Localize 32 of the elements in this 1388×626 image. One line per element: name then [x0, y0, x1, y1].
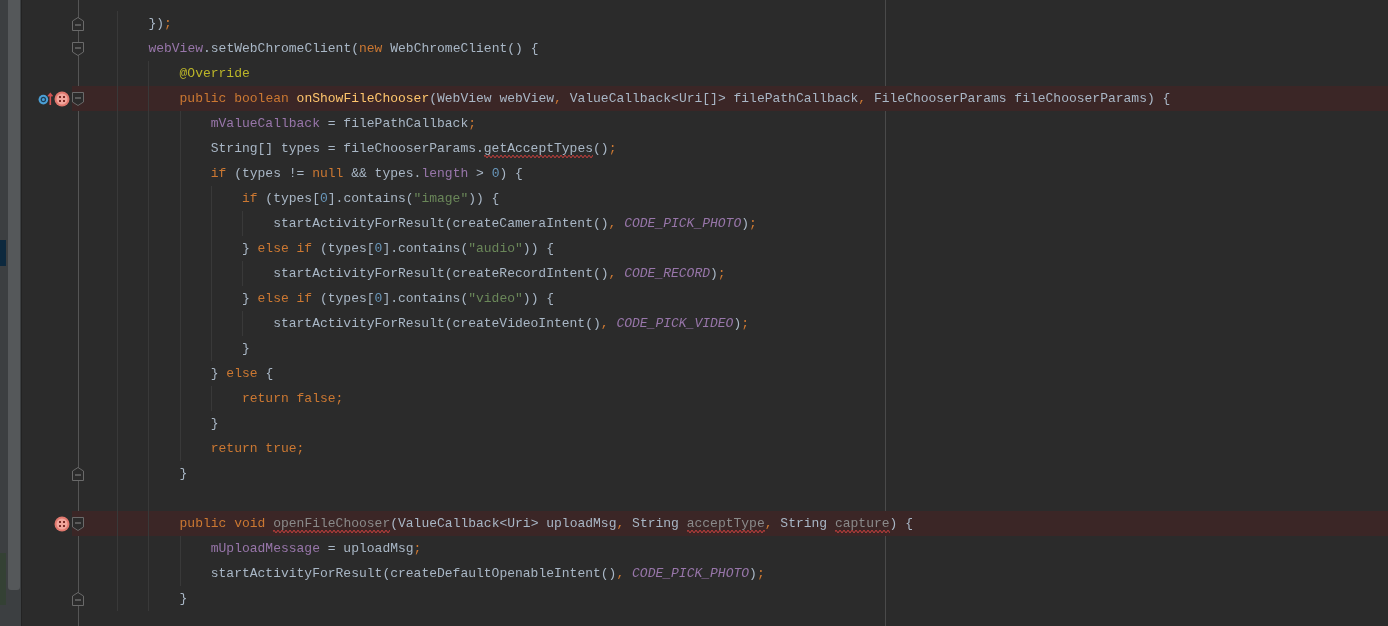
panel-marker: [0, 240, 6, 266]
code-line: startActivityForResult(createRecordIntent(), CODE_RECORD);: [273, 264, 726, 283]
code-line: } else if (types[0].contains("audio")) {: [241, 239, 555, 258]
code-line: return true;: [210, 439, 305, 458]
code-line: startActivityForResult(createVideoIntent(), CODE_PICK_VIDEO);: [273, 314, 750, 333]
code-line: startActivityForResult(createCameraIntent(), CODE_PICK_PHOTO);: [273, 214, 757, 233]
code-line: } else if (types[0].contains("video")) {: [241, 289, 555, 308]
code-line: startActivityForResult(createDefaultOpenableIntent(), CODE_PICK_PHOTO);: [210, 564, 765, 583]
code-line: }: [179, 589, 188, 608]
code-line: } else {: [210, 364, 274, 383]
code-line: if (types != null && types.length > 0) {: [210, 164, 523, 183]
code-line: });: [148, 14, 172, 33]
fold-icon[interactable]: [72, 466, 84, 481]
code-line: public boolean onShowFileChooser(WebView webView, ValueCallback<Uri[]> filePathCallback, FileChooserParams fileChooserParams) {: [179, 89, 1171, 108]
code-line: }: [210, 414, 219, 433]
breakpoint-icon[interactable]: [54, 90, 70, 107]
code-line: webView.setWebChromeClient(new WebChromeClient() {: [148, 39, 539, 58]
breakpoint-icon[interactable]: [54, 515, 70, 532]
code-line: String[] types = fileChooserParams.getAcceptTypes();: [210, 139, 617, 158]
fold-icon[interactable]: [72, 591, 84, 606]
code-line: mUploadMessage = uploadMsg;: [210, 539, 422, 558]
fold-icon[interactable]: [72, 16, 84, 31]
override-icon[interactable]: [38, 91, 53, 106]
code-line: @Override: [179, 64, 250, 83]
code-line: }: [179, 464, 188, 483]
code-line: mValueCallback = filePathCallback;: [210, 114, 476, 133]
code-line: return false;: [241, 389, 344, 408]
code-line: }: [241, 339, 250, 358]
scrollbar-thumb[interactable]: [8, 0, 20, 590]
code-line: if (types[0].contains("image")) {: [241, 189, 500, 208]
fold-icon[interactable]: [72, 41, 84, 56]
code-line: public void openFileChooser(ValueCallback<Uri> uploadMsg, String acceptType, String capture) {: [179, 514, 913, 533]
